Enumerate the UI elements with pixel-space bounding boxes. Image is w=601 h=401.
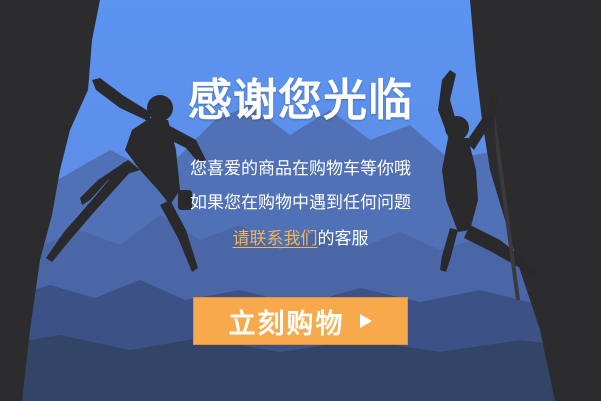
contact-line: 请联系我们的客服 (0, 228, 601, 250)
help-prompt-text: 如果您在购物中遇到任何问题 (190, 193, 411, 213)
shop-now-button[interactable]: 立刻购物 (193, 297, 408, 345)
page-title: 感谢您光临 (188, 75, 413, 126)
contact-line-suffix: 的客服 (317, 229, 369, 249)
shop-now-label: 立刻购物 (228, 308, 345, 340)
thank-you-banner: 感谢您光临 您喜爱的商品在购物车等你哦 如果您在购物中遇到任何问题 请联系我们的… (0, 0, 601, 401)
play-triangle-icon (359, 314, 372, 328)
cart-reminder-text: 您喜爱的商品在购物车等你哦 (190, 159, 411, 179)
contact-us-link[interactable]: 请联系我们 (233, 229, 318, 249)
